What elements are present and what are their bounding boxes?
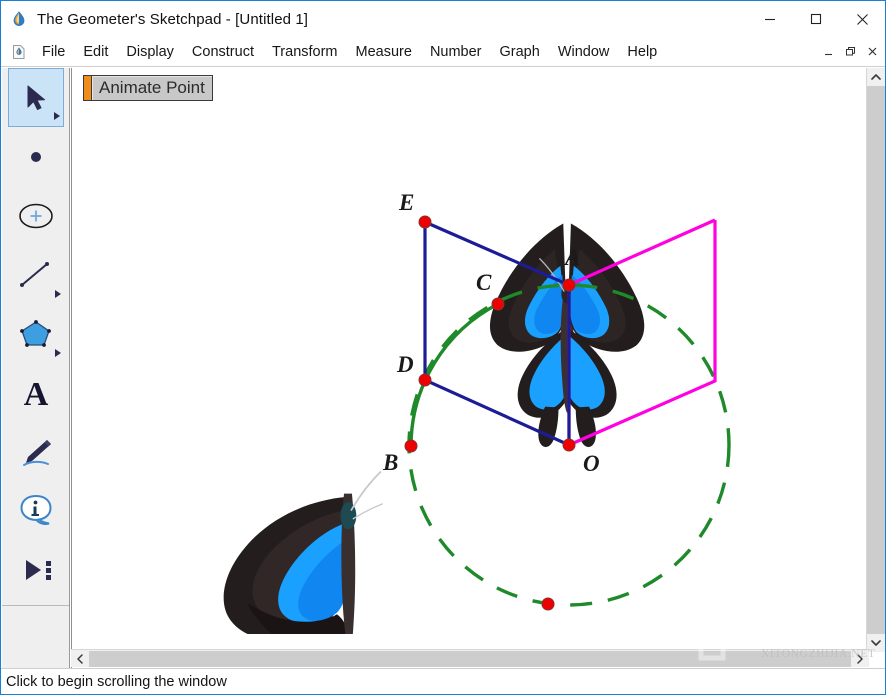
point-D[interactable] xyxy=(418,373,432,387)
tool-information[interactable] xyxy=(8,481,64,540)
document-icon xyxy=(11,44,27,60)
scroll-right-button[interactable] xyxy=(851,650,869,667)
mdi-close-icon xyxy=(868,47,876,55)
vertical-scrollbar[interactable] xyxy=(866,68,885,652)
horizontal-scrollbar[interactable] xyxy=(71,649,869,667)
menu-edit[interactable]: Edit xyxy=(75,41,116,63)
flyout-arrow-icon xyxy=(55,349,61,357)
toolbox-separator xyxy=(2,605,69,606)
text-a-icon: A xyxy=(24,376,49,412)
label-A: A xyxy=(563,245,580,270)
circle-icon xyxy=(19,203,53,228)
maximize-icon xyxy=(810,13,822,25)
tool-straightedge[interactable] xyxy=(8,245,64,304)
label-E: E xyxy=(398,190,414,215)
scroll-down-button[interactable] xyxy=(867,634,885,652)
close-button[interactable] xyxy=(839,1,885,37)
scroll-left-button[interactable] xyxy=(71,650,89,667)
svg-text:A: A xyxy=(24,376,49,412)
menu-help[interactable]: Help xyxy=(619,41,665,63)
mdi-minimize-button[interactable] xyxy=(817,40,839,62)
tool-text[interactable]: A xyxy=(8,363,64,422)
point-O[interactable] xyxy=(562,438,576,452)
point-E[interactable] xyxy=(418,215,432,229)
minimize-button[interactable] xyxy=(747,1,793,37)
menu-transform[interactable]: Transform xyxy=(264,41,346,63)
sketchpad-logo-icon xyxy=(10,10,28,28)
sketch-canvas-area[interactable]: E A C D B O Animate Point xyxy=(71,68,869,669)
tool-point[interactable] xyxy=(8,127,64,186)
menu-graph[interactable]: Graph xyxy=(492,41,548,63)
tool-custom[interactable] xyxy=(8,540,64,599)
scroll-up-button[interactable] xyxy=(867,68,885,86)
menu-display[interactable]: Display xyxy=(118,41,182,63)
point-A[interactable] xyxy=(562,278,576,292)
mdi-restore-icon xyxy=(845,46,855,55)
label-D: D xyxy=(396,352,414,377)
tool-compass-circle[interactable] xyxy=(8,186,64,245)
animate-marker-bar xyxy=(83,75,91,101)
menu-measure[interactable]: Measure xyxy=(348,41,420,63)
label-C: C xyxy=(476,270,492,295)
horizontal-scroll-thumb[interactable] xyxy=(89,651,851,667)
application-window: The Geometer's Sketchpad - [Untitled 1] … xyxy=(0,0,886,695)
menu-bar: File Edit Display Construct Transform Me… xyxy=(1,37,885,67)
mdi-minimize-icon xyxy=(824,53,832,55)
point-icon xyxy=(31,151,41,162)
menu-window[interactable]: Window xyxy=(550,41,618,63)
chevron-left-icon xyxy=(77,653,83,664)
geometry-figure: E A C D B O xyxy=(222,190,731,634)
status-message: Click to begin scrolling the window xyxy=(6,673,227,690)
chevron-right-icon xyxy=(857,653,863,664)
play-dots-icon xyxy=(26,559,51,580)
segment-icon xyxy=(20,261,49,287)
window-title: The Geometer's Sketchpad - [Untitled 1] xyxy=(37,10,309,28)
mdi-close-button[interactable] xyxy=(861,40,883,62)
minimize-icon xyxy=(765,18,775,21)
vertical-scroll-thumb[interactable] xyxy=(867,86,885,634)
maximize-button[interactable] xyxy=(793,1,839,37)
flyout-arrow-icon xyxy=(54,112,60,120)
toolbox-panel: A xyxy=(2,68,70,669)
menu-construct[interactable]: Construct xyxy=(184,41,262,63)
point-on-circle[interactable] xyxy=(541,597,555,611)
animate-point-button[interactable]: Animate Point xyxy=(83,75,213,101)
tool-arrow-select[interactable] xyxy=(8,68,64,127)
title-bar: The Geometer's Sketchpad - [Untitled 1] xyxy=(1,1,885,37)
chevron-up-icon xyxy=(871,74,881,80)
mdi-window-controls xyxy=(817,40,883,62)
animate-point-label: Animate Point xyxy=(91,75,213,101)
sketch-surface[interactable]: E A C D B O Animate Point xyxy=(72,68,869,634)
flyout-arrow-icon xyxy=(55,290,61,298)
status-bar: Click to begin scrolling the window xyxy=(1,668,885,694)
point-C[interactable] xyxy=(491,297,505,311)
butterfly-half-wing xyxy=(222,470,384,634)
menu-number[interactable]: Number xyxy=(422,41,490,63)
window-controls xyxy=(747,1,885,37)
chevron-down-icon xyxy=(871,640,881,646)
polygon-icon xyxy=(20,319,51,347)
menu-file[interactable]: File xyxy=(34,41,73,63)
label-B: B xyxy=(382,450,398,475)
arrow-cursor-icon xyxy=(27,85,45,110)
tool-polygon[interactable] xyxy=(8,304,64,363)
pencil-icon xyxy=(23,439,51,466)
label-O: O xyxy=(583,451,600,476)
tool-marker[interactable] xyxy=(8,422,64,481)
point-B[interactable] xyxy=(404,439,418,453)
close-icon xyxy=(856,13,868,25)
mdi-restore-button[interactable] xyxy=(839,40,861,62)
tool-list: A xyxy=(2,68,70,599)
info-balloon-icon xyxy=(20,494,52,525)
